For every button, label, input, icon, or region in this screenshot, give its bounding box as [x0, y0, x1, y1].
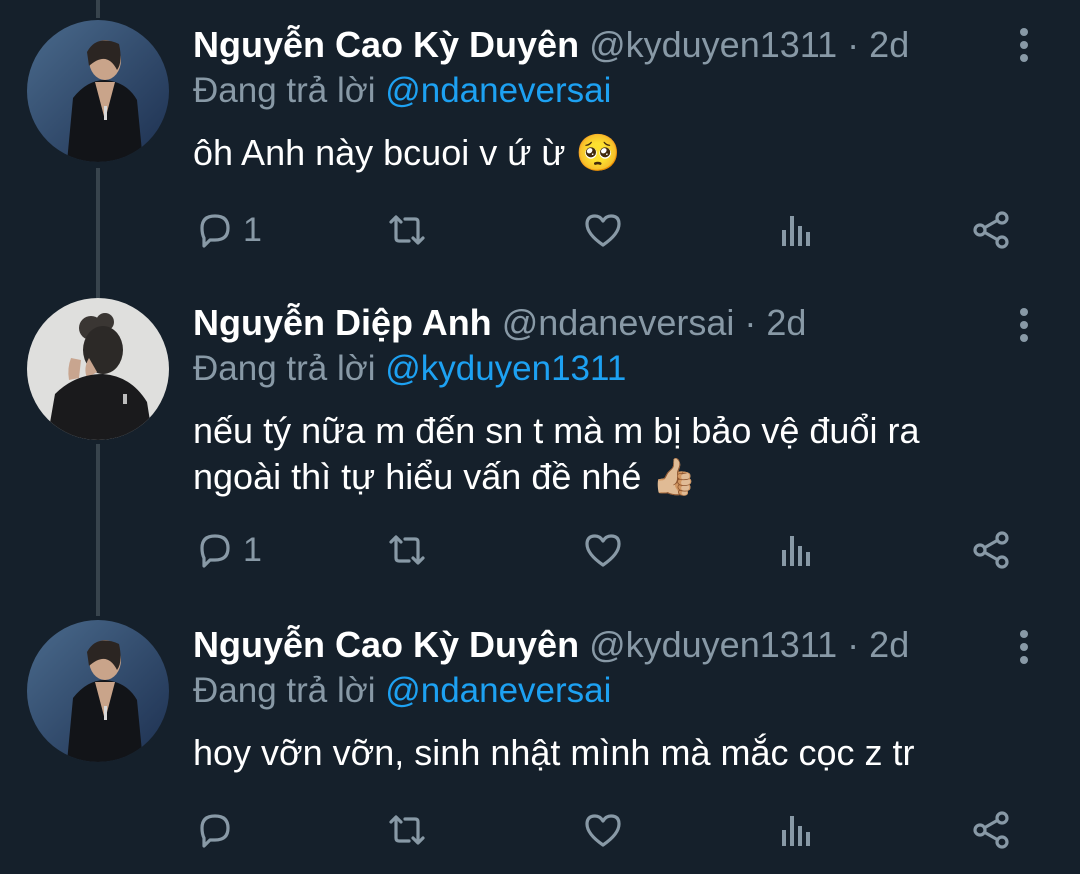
share-button[interactable] — [969, 206, 1013, 254]
handle[interactable]: @kyduyen1311 — [589, 624, 837, 665]
tweet-text: nếu tý nữa m đến sn t mà m bị bảo vệ đuổ… — [193, 408, 993, 501]
speech-bubble-icon — [200, 814, 230, 848]
vertical-dots-icon — [1020, 308, 1028, 316]
vertical-dots-icon-dot — [1020, 41, 1028, 49]
bar-chart-icon — [782, 816, 810, 846]
thumbs-up-emoji: 👍🏼 — [651, 457, 697, 498]
reply-button[interactable]: 1 — [193, 206, 262, 254]
replying-to-label: Đang trả lời — [193, 349, 376, 388]
display-name[interactable]: Nguyễn Diệp Anh — [193, 302, 492, 343]
reply-count: 1 — [243, 530, 262, 569]
more-options-button[interactable] — [1016, 26, 1032, 66]
vertical-dots-icon-dot — [1020, 54, 1028, 62]
timestamp[interactable]: 2d — [869, 624, 909, 665]
analytics-button[interactable] — [775, 806, 819, 854]
reply-button[interactable] — [193, 806, 237, 854]
vertical-dots-icon — [1020, 28, 1028, 36]
retweet-button[interactable] — [385, 206, 429, 254]
replying-to-label: Đang trả lời — [193, 71, 376, 110]
retweet-icon — [389, 535, 425, 565]
like-button[interactable] — [581, 206, 625, 254]
action-bar: 1 — [193, 206, 1023, 254]
separator-dot: · — [744, 302, 757, 343]
separator-dot: · — [847, 24, 860, 65]
tweet[interactable]: Nguyễn Cao Kỳ Duyên @kyduyen1311 · 2d Đa… — [0, 0, 1080, 288]
speech-bubble-icon — [200, 534, 230, 568]
share-icon — [973, 811, 1009, 849]
replying-to-link[interactable]: @kyduyen1311 — [385, 349, 626, 388]
replying-to-link[interactable]: @ndaneversai — [385, 671, 611, 710]
retweet-icon — [389, 815, 425, 845]
heart-icon — [585, 814, 621, 847]
timestamp[interactable]: 2d — [869, 24, 909, 65]
tweet-text-body: hoy vỡn vỡn, sinh nhật mình mà mắc cọc z… — [193, 732, 915, 773]
display-name[interactable]: Nguyễn Cao Kỳ Duyên — [193, 624, 579, 665]
like-button[interactable] — [581, 526, 625, 574]
action-bar — [193, 806, 1023, 854]
analytics-button[interactable] — [775, 526, 819, 574]
vertical-dots-icon — [1020, 630, 1028, 638]
more-options-button[interactable] — [1016, 306, 1032, 346]
tweet[interactable]: Nguyễn Diệp Anh @ndaneversai · 2d Đang t… — [0, 288, 1080, 608]
tweet[interactable]: Nguyễn Cao Kỳ Duyên @kyduyen1311 · 2d Đa… — [0, 608, 1080, 874]
heart-icon — [585, 534, 621, 567]
handle[interactable]: @ndaneversai — [502, 302, 735, 343]
share-icon — [973, 211, 1009, 249]
vertical-dots-icon-dot — [1020, 334, 1028, 342]
like-button[interactable] — [581, 806, 625, 854]
retweet-icon — [389, 215, 425, 245]
display-name[interactable]: Nguyễn Cao Kỳ Duyên — [193, 24, 579, 65]
vertical-dots-icon-dot — [1020, 321, 1028, 329]
speech-bubble-icon — [200, 214, 230, 248]
replying-to-label: Đang trả lời — [193, 671, 376, 710]
retweet-button[interactable] — [385, 526, 429, 574]
timestamp[interactable]: 2d — [766, 302, 806, 343]
action-bar: 1 — [193, 526, 1023, 574]
avatar[interactable] — [27, 620, 169, 762]
reply-button[interactable]: 1 — [193, 526, 262, 574]
avatar[interactable] — [27, 298, 169, 440]
tweet-text: ôh Anh này bcuoi v ứ ừ 🥺 — [193, 130, 1020, 177]
tweet-text-body: nếu tý nữa m đến sn t mà m bị bảo vệ đuổ… — [193, 410, 920, 497]
share-icon — [973, 531, 1009, 569]
share-button[interactable] — [969, 806, 1013, 854]
more-options-button[interactable] — [1016, 628, 1032, 668]
vertical-dots-icon-dot — [1020, 656, 1028, 664]
handle[interactable]: @kyduyen1311 — [589, 24, 837, 65]
avatar[interactable] — [27, 20, 169, 162]
bar-chart-icon — [782, 536, 810, 566]
share-button[interactable] — [969, 526, 1013, 574]
pleading-face-emoji: 🥺 — [575, 133, 621, 174]
retweet-button[interactable] — [385, 806, 429, 854]
analytics-button[interactable] — [775, 206, 819, 254]
tweet-text-body: ôh Anh này bcuoi v ứ ừ — [193, 132, 566, 173]
vertical-dots-icon-dot — [1020, 643, 1028, 651]
reply-count: 1 — [243, 210, 262, 249]
bar-chart-icon — [782, 216, 810, 246]
heart-icon — [585, 214, 621, 247]
replying-to-link[interactable]: @ndaneversai — [385, 71, 611, 110]
separator-dot: · — [847, 624, 860, 665]
tweet-text: hoy vỡn vỡn, sinh nhật mình mà mắc cọc z… — [193, 730, 1020, 776]
